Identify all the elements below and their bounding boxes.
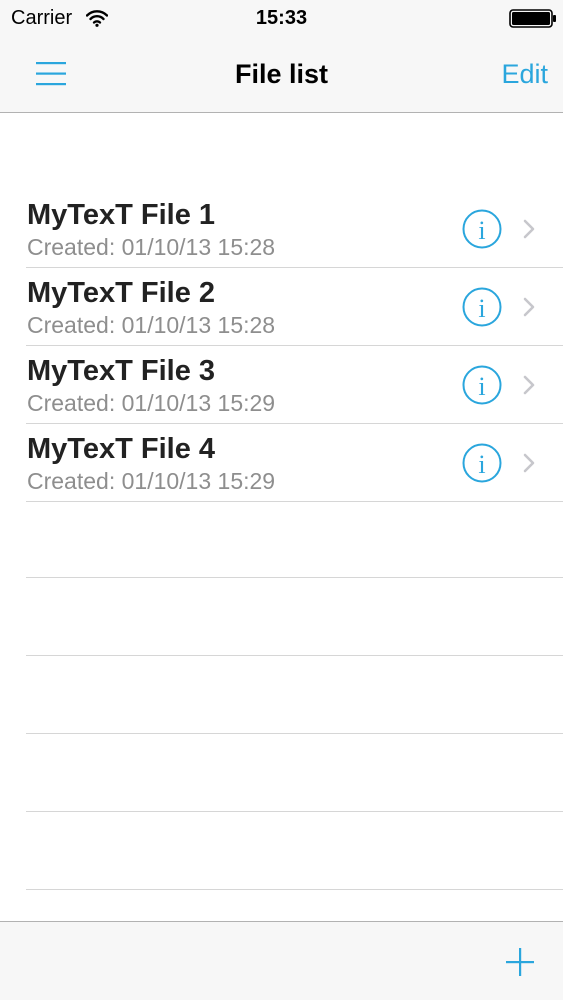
- navigation-bar: File list Edit: [0, 40, 563, 113]
- file-row[interactable]: MyTexT File 3 Created: 01/10/13 15:29 i: [26, 346, 563, 424]
- empty-row: [26, 656, 563, 734]
- info-icon[interactable]: i: [462, 365, 502, 405]
- hamburger-menu-icon[interactable]: [34, 58, 68, 90]
- file-created-date: Created: 01/10/13 15:29: [27, 390, 276, 416]
- svg-text:i: i: [478, 450, 485, 479]
- empty-list-area: [0, 500, 563, 890]
- info-icon[interactable]: i: [462, 443, 502, 483]
- file-created-date: Created: 01/10/13 15:28: [27, 234, 276, 260]
- chevron-right-icon: [523, 219, 535, 239]
- chevron-right-icon: [523, 297, 535, 317]
- status-time: 15:33: [255, 7, 308, 29]
- bottom-toolbar: [0, 921, 563, 1000]
- chevron-right-icon: [523, 453, 535, 473]
- empty-row: [26, 500, 563, 578]
- empty-row: [26, 812, 563, 890]
- chevron-right-icon: [523, 375, 535, 395]
- page-title: File list: [234, 59, 329, 89]
- battery-icon: [509, 9, 556, 28]
- svg-text:i: i: [478, 294, 485, 323]
- status-bar: Carrier 15:33: [0, 0, 563, 40]
- file-name: MyTexT File 3: [27, 355, 216, 387]
- screen: Carrier 15:33 File list Edit MyTexT File…: [0, 0, 563, 1000]
- empty-row: [26, 578, 563, 656]
- svg-text:i: i: [478, 372, 485, 401]
- file-name: MyTexT File 1: [27, 199, 216, 231]
- file-created-date: Created: 01/10/13 15:28: [27, 312, 276, 338]
- file-row[interactable]: MyTexT File 4 Created: 01/10/13 15:29 i: [26, 424, 563, 502]
- file-row[interactable]: MyTexT File 1 Created: 01/10/13 15:28 i: [26, 190, 563, 268]
- file-row[interactable]: MyTexT File 2 Created: 01/10/13 15:28 i: [26, 268, 563, 346]
- file-name: MyTexT File 2: [27, 277, 216, 309]
- info-icon[interactable]: i: [462, 287, 502, 327]
- file-list: MyTexT File 1 Created: 01/10/13 15:28 i …: [0, 190, 563, 502]
- plus-icon[interactable]: [504, 946, 536, 978]
- file-name: MyTexT File 4: [27, 433, 216, 465]
- empty-row: [26, 734, 563, 812]
- edit-button[interactable]: Edit: [501, 56, 548, 92]
- info-icon[interactable]: i: [462, 209, 502, 249]
- svg-text:i: i: [478, 216, 485, 245]
- file-created-date: Created: 01/10/13 15:29: [27, 468, 276, 494]
